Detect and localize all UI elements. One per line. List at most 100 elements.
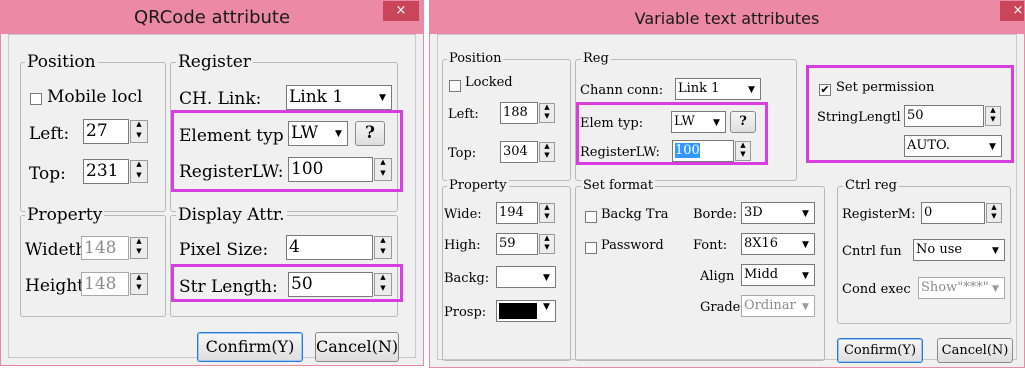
password-label: Password <box>601 238 664 253</box>
chann-conn-label: Chann conn: <box>580 83 664 98</box>
qrcode-dialog-title: QRCode attribute <box>133 7 291 28</box>
chevron-down-icon[interactable]: ▼ <box>798 266 813 284</box>
prosp-color-swatch <box>499 303 537 319</box>
chevron-down-icon[interactable]: ▼ <box>539 302 554 320</box>
cancel-button[interactable]: Cancel(N) <box>937 338 1013 363</box>
ch-link-select[interactable]: Link 1 ▼ <box>286 85 392 110</box>
mobile-lock-label: Mobile locl <box>47 87 143 107</box>
top-label: Top: <box>29 164 66 184</box>
highlight-str-length <box>171 264 403 302</box>
width-input[interactable]: 148 <box>81 236 129 260</box>
backg-color-select[interactable]: ▼ <box>496 266 556 288</box>
mobile-lock-checkbox[interactable] <box>30 93 42 105</box>
top-spinner[interactable]: ▲ ▼ <box>130 160 148 183</box>
top-input[interactable]: 304 <box>500 141 538 163</box>
chann-conn-value: Link 1 <box>678 81 720 96</box>
close-icon: × <box>395 3 407 18</box>
cntrl-fun-label: Cntrl fun <box>842 244 902 259</box>
pixel-size-spinner[interactable]: ▲ ▼ <box>374 236 392 259</box>
position-legend: Position <box>447 51 504 66</box>
font-value: 8X16 <box>744 236 779 251</box>
wide-spinner[interactable]: ▲ ▼ <box>539 203 555 223</box>
border-label: Borde: <box>693 207 737 222</box>
confirm-button[interactable]: Confirm(Y) <box>197 332 303 362</box>
chevron-down-icon[interactable]: ▼ <box>744 80 759 98</box>
grade-label: Grade <box>700 300 741 315</box>
chevron-down-icon[interactable]: ▼ <box>375 87 390 108</box>
high-label: High: <box>444 238 481 253</box>
top-input[interactable]: 231 <box>83 159 129 184</box>
high-spinner[interactable]: ▲ ▼ <box>539 234 555 254</box>
confirm-button[interactable]: Confirm(Y) <box>837 338 923 363</box>
wide-label: Wide: <box>444 207 482 222</box>
reg-legend: Reg <box>581 51 611 66</box>
register-m-label: RegisterM: <box>842 207 916 222</box>
register-m-input[interactable]: 0 <box>921 202 985 224</box>
chevron-down-icon[interactable]: ▼ <box>798 235 813 253</box>
pixel-size-label: Pixel Size: <box>179 240 269 260</box>
prosp-color-select[interactable]: ▼ <box>496 300 556 322</box>
chevron-down-icon[interactable]: ▼ <box>988 279 1003 297</box>
chann-conn-select[interactable]: Link 1 ▼ <box>675 78 761 100</box>
cond-exec-select[interactable]: Show"***" ▼ <box>918 277 1005 299</box>
vartext-close-button[interactable]: × <box>1000 1 1024 21</box>
vartext-dialog-title: Variable text attributes <box>634 9 820 28</box>
qrcode-close-button[interactable]: × <box>383 1 419 21</box>
qrcode-titlebar: QRCode attribute <box>1 1 423 34</box>
pixel-size-input[interactable]: 4 <box>286 235 373 260</box>
left-input[interactable]: 27 <box>83 119 129 144</box>
left-input[interactable]: 188 <box>500 102 538 124</box>
align-label: Align <box>700 269 735 284</box>
chevron-down-icon[interactable]: ▼ <box>798 297 813 315</box>
prosp-label: Prosp: <box>444 305 487 320</box>
register-m-spinner[interactable]: ▲ ▼ <box>986 203 1002 223</box>
backg-label: Backg: <box>444 271 490 286</box>
left-label: Left: <box>448 107 479 122</box>
highlight-reg-element <box>576 102 768 165</box>
border-value: 3D <box>744 205 763 220</box>
close-icon: × <box>1012 3 1024 18</box>
property-legend: Property <box>447 178 509 193</box>
variable-text-attributes-dialog: Variable text attributes × Position Lock… <box>429 0 1025 368</box>
chevron-down-icon[interactable]: ▼ <box>798 204 813 222</box>
qrcode-attribute-dialog: QRCode attribute × Position Mobile locl … <box>0 0 424 366</box>
grade-value: Ordinar <box>744 298 796 313</box>
height-label: Height <box>25 276 84 296</box>
register-legend: Register <box>176 52 253 72</box>
chevron-down-icon[interactable]: ▼ <box>988 241 1003 259</box>
cond-exec-value: Show"***" <box>921 280 989 295</box>
font-select[interactable]: 8X16 ▼ <box>741 233 815 255</box>
highlight-element-register <box>171 110 403 192</box>
chevron-down-icon[interactable]: ▼ <box>539 268 554 286</box>
display-attr-legend: Display Attr. <box>176 205 287 225</box>
cntrl-fun-value: No use <box>916 242 963 257</box>
backg-transparent-label: Backg Tra <box>601 207 669 222</box>
top-label: Top: <box>448 146 477 161</box>
qrcode-dialog-body: Position Mobile locl Left: 27 ▲ ▼ Top: 23… <box>8 34 416 362</box>
ch-link-value: Link 1 <box>289 87 344 107</box>
ctrl-reg-legend: Ctrl reg <box>843 178 899 193</box>
left-spinner[interactable]: ▲ ▼ <box>539 103 555 123</box>
locked-checkbox[interactable] <box>449 80 461 92</box>
font-label: Font: <box>693 238 728 253</box>
vartext-titlebar: Variable text attributes <box>430 1 1024 34</box>
grade-select[interactable]: Ordinar ▼ <box>741 295 815 317</box>
set-format-legend: Set format <box>581 178 656 193</box>
high-input[interactable]: 59 <box>496 233 538 255</box>
width-spinner[interactable]: ▲ ▼ <box>130 237 148 259</box>
width-label: Wideth <box>25 240 87 260</box>
left-spinner[interactable]: ▲ ▼ <box>130 120 148 143</box>
align-select[interactable]: Midd ▼ <box>741 264 815 286</box>
left-label: Left: <box>29 124 70 144</box>
height-input[interactable]: 148 <box>81 272 129 296</box>
height-spinner[interactable]: ▲ ▼ <box>130 273 148 295</box>
border-select[interactable]: 3D ▼ <box>741 202 815 224</box>
password-checkbox[interactable] <box>585 242 597 254</box>
vartext-dialog-body: Position Locked Left: 188 ▲ ▼ Top: 304 ▲ ▼… <box>437 34 1017 363</box>
cancel-button[interactable]: Cancel(N) <box>315 332 399 362</box>
cntrl-fun-select[interactable]: No use ▼ <box>913 239 1005 261</box>
property-group <box>20 215 166 317</box>
top-spinner[interactable]: ▲ ▼ <box>539 142 555 162</box>
backg-transparent-checkbox[interactable] <box>585 211 597 223</box>
wide-input[interactable]: 194 <box>496 202 538 224</box>
